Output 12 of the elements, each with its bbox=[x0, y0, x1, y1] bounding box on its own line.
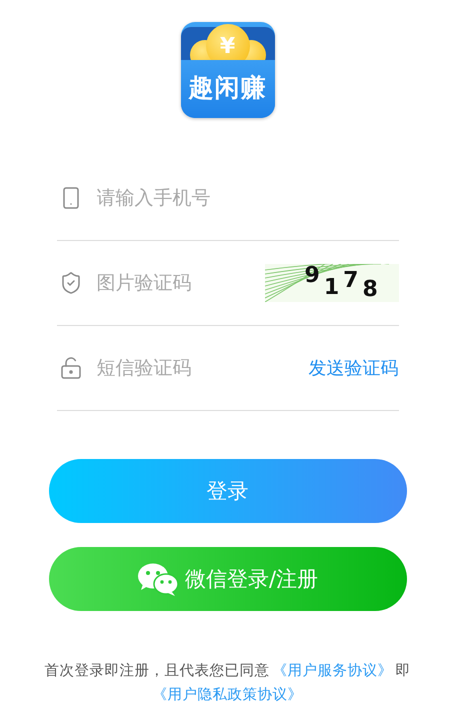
agreement-text: 首次登录即注册，且代表您已同意 《用户服务协议》 即 《用户隐私政策协议》 bbox=[44, 662, 412, 705]
wechat-login-button[interactable]: 微信登录/注册 bbox=[48, 547, 406, 611]
captcha-field[interactable]: 图片验证码 bbox=[96, 272, 250, 294]
sms-code-field[interactable]: 短信验证码 bbox=[96, 357, 294, 379]
send-code-button[interactable]: 发送验证码 bbox=[308, 356, 398, 380]
phone-field[interactable]: 请输入手机号 bbox=[96, 187, 398, 209]
wechat-icon bbox=[136, 562, 179, 596]
agreement-link[interactable]: 《用户隐私政策协议》 bbox=[152, 687, 302, 703]
login-button[interactable]: 登录 bbox=[48, 459, 406, 523]
lock-icon bbox=[58, 356, 82, 380]
app-logo: ¥ 趣闲赚 bbox=[180, 22, 274, 118]
agreement-link[interactable]: 《用户服务协议》 bbox=[272, 663, 392, 679]
